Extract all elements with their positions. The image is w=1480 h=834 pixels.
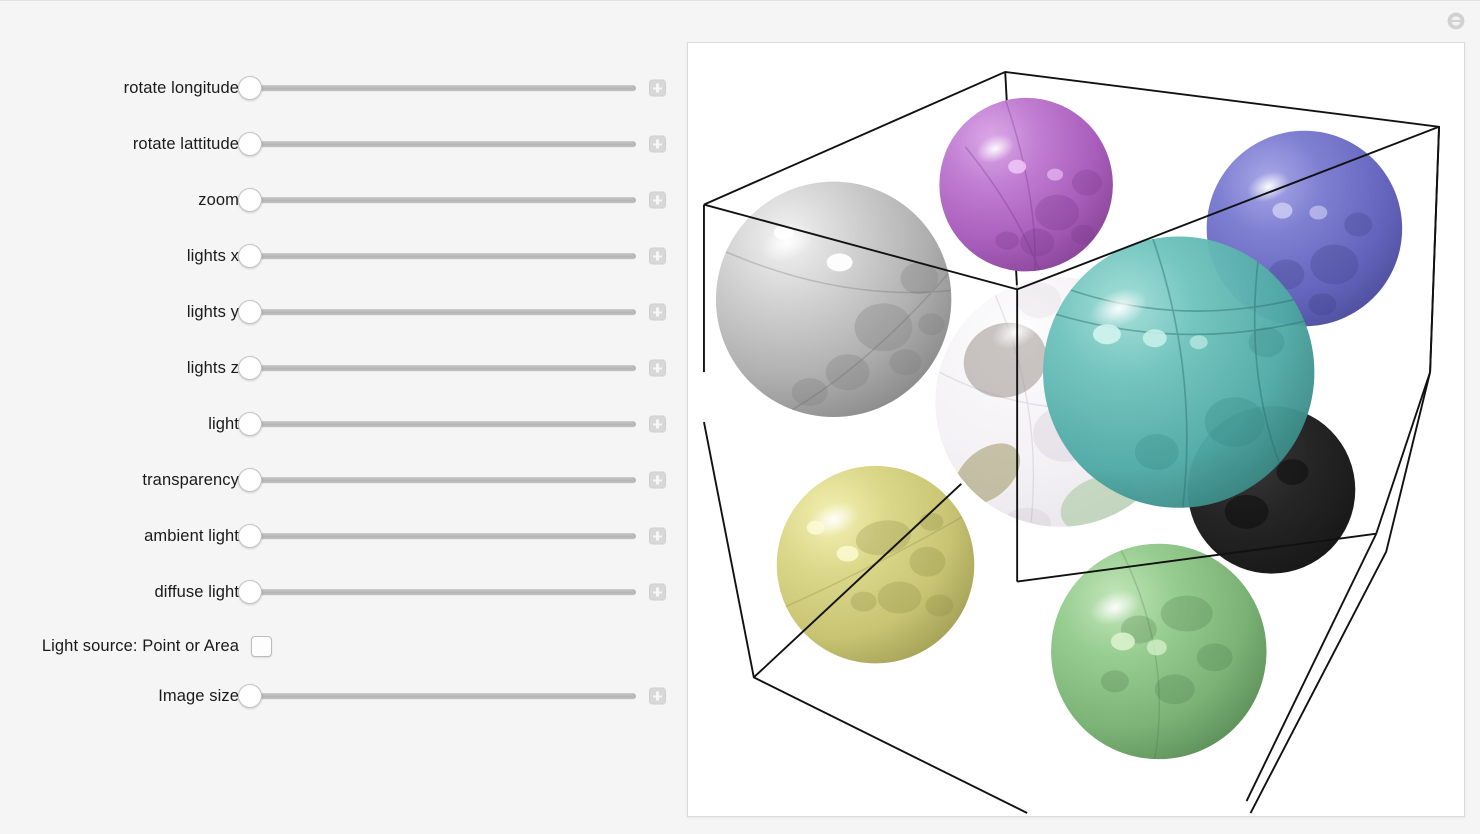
- slider-animate-plus-button[interactable]: [650, 360, 665, 376]
- slider-thumb[interactable]: [238, 412, 262, 436]
- green-sphere: [1051, 543, 1267, 760]
- manipulate-panel: rotate longitude rotate lattitude zoom ligh…: [0, 0, 1480, 834]
- slider-row-lights-z: lights z: [0, 353, 686, 383]
- slider-row-image-size: Image size: [0, 681, 686, 711]
- control-label: light: [208, 414, 239, 433]
- slider-track[interactable]: [250, 141, 636, 147]
- slider-track[interactable]: [250, 477, 636, 483]
- slider-control[interactable]: [238, 682, 665, 710]
- 3d-spheres-scene[interactable]: [688, 43, 1464, 816]
- control-label: lights x: [186, 246, 239, 265]
- slider-thumb[interactable]: [238, 356, 262, 380]
- slider-row-zoom: zoom: [0, 185, 686, 215]
- slider-animate-plus-button[interactable]: [650, 416, 665, 432]
- slider-track[interactable]: [250, 533, 636, 539]
- control-label: lights z: [186, 358, 239, 377]
- control-label: rotate lattitude: [132, 134, 239, 153]
- slider-thumb[interactable]: [238, 300, 262, 324]
- slider-control[interactable]: [238, 522, 665, 550]
- slider-animate-plus-button[interactable]: [650, 688, 665, 704]
- slider-animate-plus-button[interactable]: [650, 304, 665, 320]
- slider-control[interactable]: [238, 466, 665, 494]
- slider-row-rotate-longitude: rotate longitude: [0, 73, 686, 103]
- slider-row-ambient-light: ambient light: [0, 521, 686, 551]
- control-label: zoom: [198, 190, 239, 209]
- control-label: Image size: [158, 686, 239, 705]
- slider-animate-plus-button[interactable]: [650, 192, 665, 208]
- slider-row-light: light: [0, 409, 686, 439]
- slider-animate-plus-button[interactable]: [650, 528, 665, 544]
- slider-thumb[interactable]: [238, 244, 262, 268]
- control-label: rotate longitude: [123, 78, 239, 97]
- slider-control[interactable]: [238, 74, 665, 102]
- slider-row-rotate-lattitude: rotate lattitude: [0, 129, 686, 159]
- control-label: Light source: Point or Area: [41, 636, 239, 655]
- controls-column: rotate longitude rotate lattitude zoom ligh…: [0, 45, 686, 725]
- slider-track[interactable]: [250, 693, 636, 699]
- slider-control[interactable]: [238, 186, 665, 214]
- slider-row-lights-x: lights x: [0, 241, 686, 271]
- slider-control[interactable]: [238, 130, 665, 158]
- slider-thumb[interactable]: [238, 580, 262, 604]
- slider-animate-plus-button[interactable]: [650, 472, 665, 488]
- checkbox-control[interactable]: [246, 632, 646, 660]
- slider-control[interactable]: [238, 354, 665, 382]
- slider-track[interactable]: [250, 197, 636, 203]
- slider-thumb[interactable]: [238, 132, 262, 156]
- slider-track[interactable]: [250, 589, 636, 595]
- slider-control[interactable]: [238, 242, 665, 270]
- slider-track[interactable]: [250, 309, 636, 315]
- slider-animate-plus-button[interactable]: [650, 80, 665, 96]
- graphics-output-panel[interactable]: [687, 42, 1465, 817]
- slider-track[interactable]: [250, 253, 636, 259]
- circle-plus-icon[interactable]: [1446, 11, 1466, 31]
- teal-sphere: [1043, 236, 1315, 508]
- slider-track[interactable]: [250, 421, 636, 427]
- light-source-checkbox[interactable]: [251, 635, 272, 657]
- slider-track[interactable]: [250, 85, 636, 91]
- control-label: transparency: [142, 470, 239, 489]
- slider-thumb[interactable]: [238, 188, 262, 212]
- slider-row-transparency: transparency: [0, 465, 686, 495]
- slider-thumb[interactable]: [238, 468, 262, 492]
- slider-animate-plus-button[interactable]: [650, 584, 665, 600]
- slider-row-lights-y: lights y: [0, 297, 686, 327]
- slider-row-diffuse-light: diffuse light: [0, 577, 686, 607]
- slider-thumb[interactable]: [238, 524, 262, 548]
- slider-thumb[interactable]: [238, 684, 262, 708]
- slider-animate-plus-button[interactable]: [650, 248, 665, 264]
- slider-control[interactable]: [238, 410, 665, 438]
- purple-sphere: [939, 97, 1113, 272]
- slider-track[interactable]: [250, 365, 636, 371]
- checkbox-row-light-source-point-or-area: Light source: Point or Area: [0, 631, 686, 661]
- control-label: diffuse light: [154, 582, 239, 601]
- slider-thumb[interactable]: [238, 76, 262, 100]
- slider-control[interactable]: [238, 298, 665, 326]
- slider-control[interactable]: [238, 578, 665, 606]
- control-label: ambient light: [144, 526, 239, 545]
- slider-animate-plus-button[interactable]: [650, 136, 665, 152]
- control-label: lights y: [186, 302, 239, 321]
